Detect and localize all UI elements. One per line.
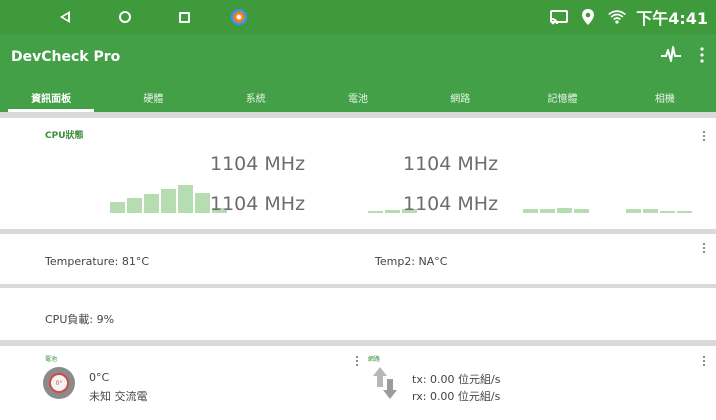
temp2-value: Temp2: NA°C: [375, 255, 448, 268]
app-bar: DevCheck Pro 資訊面板 硬體 系統 電池 網路 記憶體 相機: [0, 34, 716, 112]
card-menu-icon[interactable]: [356, 356, 359, 366]
status-icons: 下午4:41: [549, 6, 708, 28]
tab-camera[interactable]: 相機: [614, 82, 716, 112]
cpu-status-card[interactable]: CPU狀態 1104 MHz 1104 MHz 1104 MHz 1104 MH…: [0, 118, 716, 229]
tab-strip: 資訊面板 硬體 系統 電池 網路 記憶體 相機: [0, 82, 716, 112]
cast-icon: [549, 7, 569, 27]
cpu-bar: [144, 194, 159, 213]
cpu-bar: [161, 189, 176, 213]
card-menu-icon[interactable]: [703, 243, 706, 253]
cpu-bar: [574, 209, 589, 213]
card-menu-icon[interactable]: [703, 356, 706, 366]
card-menu-icon[interactable]: [703, 131, 706, 141]
network-label: 網路: [368, 356, 381, 363]
cpu-status-title: CPU狀態: [45, 131, 84, 141]
app-title: DevCheck Pro: [11, 49, 121, 65]
tab-system[interactable]: 系統: [205, 82, 307, 112]
cpu-bar: [557, 208, 572, 213]
cpu-bar: [110, 202, 125, 213]
cpu-freq-core-3: 1104 MHz: [210, 193, 306, 215]
cpu-bar: [540, 209, 555, 213]
cpu-freq-core-2: 1104 MHz: [403, 153, 499, 175]
cpu-bar: [660, 211, 675, 213]
temperature-card[interactable]: Temperature: 81°C Temp2: NA°C: [0, 234, 716, 284]
battery-icon: 0°: [43, 367, 75, 399]
tab-hardware[interactable]: 硬體: [102, 82, 204, 112]
cpu-freq-core-4: 1104 MHz: [403, 193, 499, 215]
temperature-value: Temperature: 81°C: [45, 255, 150, 268]
battery-icon-text: 0°: [49, 373, 69, 393]
cpu-load-value: CPU負載: 9%: [45, 313, 115, 326]
pulse-icon[interactable]: [660, 46, 682, 68]
tab-network[interactable]: 網路: [409, 82, 511, 112]
cpu-bar: [523, 209, 538, 213]
battery-network-card[interactable]: 電池 0° 0°C 未知 交流電 網路 tx: 0.00 位元組/s rx: 0…: [0, 346, 716, 420]
tab-memory[interactable]: 記憶體: [511, 82, 613, 112]
back-icon[interactable]: [54, 6, 76, 28]
network-rx: rx: 0.00 位元組/s: [412, 390, 501, 403]
cpu-bar: [178, 185, 193, 213]
wifi-icon: [607, 7, 627, 27]
network-tx: tx: 0.00 位元組/s: [412, 373, 501, 386]
tab-battery[interactable]: 電池: [307, 82, 409, 112]
battery-label: 電池: [45, 356, 58, 363]
clock: 下午4:41: [636, 9, 708, 28]
system-navbar: 下午4:41: [0, 0, 716, 34]
cpu-bar: [195, 193, 210, 213]
cpu-bar: [643, 209, 658, 213]
more-icon[interactable]: [700, 47, 704, 67]
cpu-bar: [385, 210, 400, 213]
cpu-bar: [626, 209, 641, 213]
battery-temp: 0°C: [89, 371, 110, 384]
cpu-bars-core-4: [626, 209, 692, 213]
home-icon[interactable]: [114, 6, 136, 28]
network-arrows-icon: [372, 366, 398, 400]
app-actions: [660, 46, 704, 68]
location-icon: [578, 7, 598, 27]
cpu-bar: [368, 211, 383, 213]
cpu-freq-core-1: 1104 MHz: [210, 153, 306, 175]
app-icon[interactable]: [228, 6, 250, 28]
battery-status: 未知 交流電: [89, 390, 148, 403]
tab-dashboard[interactable]: 資訊面板: [0, 82, 102, 112]
cpu-load-card[interactable]: CPU負載: 9%: [0, 288, 716, 340]
recent-icon[interactable]: [173, 6, 195, 28]
cpu-bar: [677, 211, 692, 213]
cpu-bar: [127, 198, 142, 213]
cpu-bars-core-3: [523, 208, 589, 213]
